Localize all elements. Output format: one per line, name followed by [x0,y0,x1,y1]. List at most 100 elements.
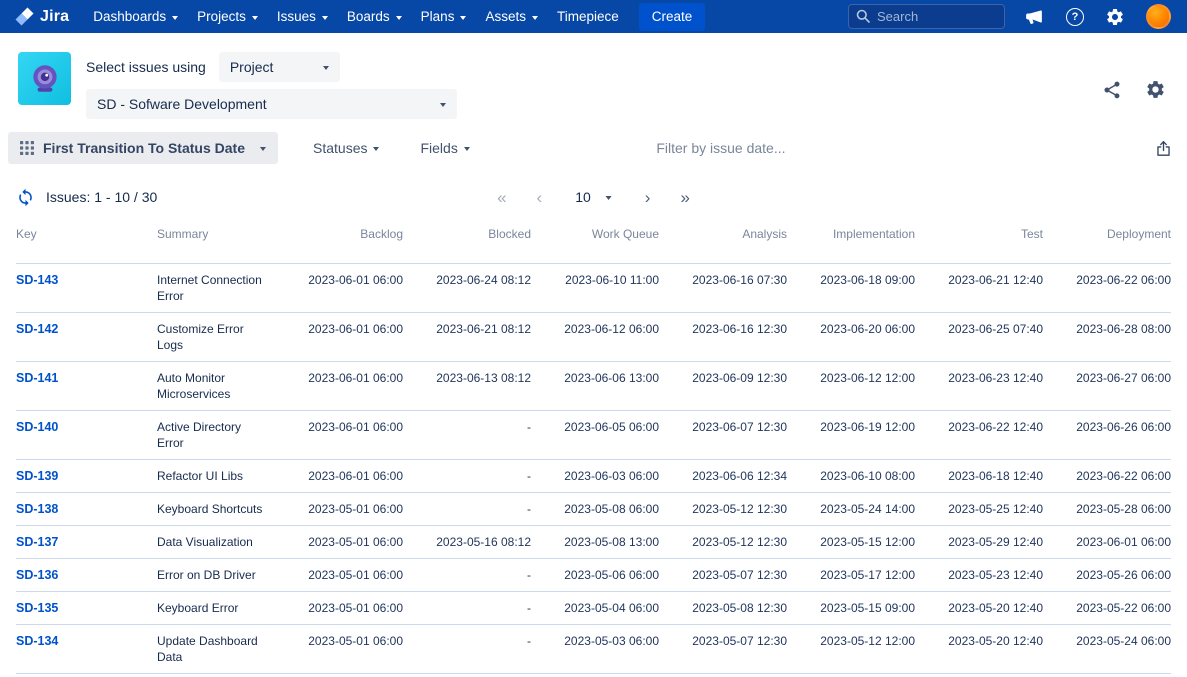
share-icon [1102,80,1122,100]
date-cell: 2023-06-26 06:00 [1076,420,1171,434]
nav-item-label: Issues [276,9,316,24]
nav-item-projects[interactable]: Projects [197,9,258,24]
project-dropdown[interactable]: SD - Sofware Development [86,89,457,119]
issue-summary: Active Directory Error [157,420,242,450]
export-button[interactable] [1154,139,1173,158]
issue-key-link[interactable]: SD-141 [16,362,157,394]
user-avatar[interactable] [1146,4,1171,29]
date-cell: 2023-05-15 09:00 [820,601,915,615]
date-cell: 2023-06-01 06:00 [308,469,403,483]
table-row: SD-139 Refactor UI Libs 2023-06-01 06:00 - 2… [16,460,1171,493]
jira-home-link[interactable]: Jira [14,6,69,27]
date-cell: 2023-06-01 06:00 [308,322,403,336]
issue-summary: Data Visualization [157,535,253,549]
help-button[interactable]: ? [1066,7,1084,26]
issue-summary: Customize Error Logs [157,322,244,352]
nav-item-issues[interactable]: Issues [277,9,328,24]
chevron-down-icon [251,15,258,20]
date-cell: 2023-06-21 12:40 [948,273,1043,287]
nav-item-plans[interactable]: Plans [421,9,467,24]
date-cell: 2023-05-07 12:30 [692,634,787,648]
filter-toolbar: First Transition To Status Date Statuses… [0,132,1187,164]
date-cell: 2023-05-01 06:00 [308,634,403,648]
first-page-button[interactable]: « [494,189,509,206]
issue-key-link[interactable]: SD-143 [16,264,157,296]
search-input[interactable] [848,4,1005,29]
date-cell: 2023-06-05 06:00 [564,420,659,434]
fields-dropdown[interactable]: Fields [414,139,475,157]
brand-title: Jira [40,7,70,25]
table-row: SD-134 Update Dashboard Data 2023-05-01 06… [16,625,1171,674]
issue-key-link[interactable]: SD-139 [16,460,157,492]
date-cell: 2023-05-26 06:00 [1076,568,1171,582]
settings-button[interactable] [1105,7,1125,27]
issues-count-label: Issues: 1 - 10 / 30 [46,189,158,205]
date-cell: 2023-06-06 12:34 [692,469,787,483]
date-cell: 2023-06-03 06:00 [564,469,659,483]
issue-key-link[interactable]: SD-140 [16,411,157,443]
issue-summary: Keyboard Error [157,601,239,615]
date-cell: 2023-06-01 06:00 [308,371,403,385]
date-cell: - [527,568,531,582]
issue-key-link[interactable]: SD-134 [16,625,157,657]
announcements-button[interactable] [1024,6,1045,27]
nav-item-assets[interactable]: Assets [485,9,538,24]
date-cell: 2023-06-27 06:00 [1076,371,1171,385]
chevron-down-icon [321,15,328,20]
chevron-down-icon [172,15,179,20]
transition-date-label: First Transition To Status Date [43,140,245,156]
date-cell: 2023-06-07 12:30 [692,420,787,434]
issue-key-link[interactable]: SD-142 [16,313,157,345]
date-cell: 2023-05-24 14:00 [820,502,915,516]
date-cell: 2023-05-12 12:30 [692,502,787,516]
statuses-dropdown[interactable]: Statuses [307,139,385,157]
date-cell: - [527,502,531,516]
issue-key-link[interactable]: SD-135 [16,592,157,624]
date-cell: 2023-05-01 06:00 [308,568,403,582]
last-page-button[interactable]: » [677,189,692,206]
date-cell: 2023-06-06 13:00 [564,371,659,385]
issue-summary: Auto Monitor Microservices [157,371,231,401]
table-row: SD-143 Internet Connection Error 2023-06-0… [16,264,1171,313]
select-mode-dropdown[interactable]: Project [218,52,340,82]
date-cell: 2023-05-16 08:12 [436,535,531,549]
date-cell: 2023-06-10 08:00 [820,469,915,483]
nav-item-timepiece[interactable]: Timepiece [557,9,619,24]
nav-item-dashboards[interactable]: Dashboards [93,9,179,24]
issues-table: Key Summary Backlog Blocked Work Queue Analys… [16,227,1171,674]
date-cell: 2023-05-04 06:00 [564,601,659,615]
nav-item-label: Timepiece [556,9,619,24]
gadget-settings-button[interactable] [1145,79,1166,100]
chevron-down-icon [463,147,470,151]
issue-key-link[interactable]: SD-136 [16,559,157,591]
issue-key-link[interactable]: SD-137 [16,526,157,558]
date-cell: 2023-06-23 12:40 [948,371,1043,385]
next-page-button[interactable]: › [642,189,654,206]
page-size-dropdown[interactable]: 10 [569,188,618,206]
select-issues-label: Select issues using [86,59,206,75]
prev-page-button[interactable]: ‹ [534,189,546,206]
date-cell: 2023-06-20 06:00 [820,322,915,336]
megaphone-icon [1024,6,1045,27]
transition-date-dropdown[interactable]: First Transition To Status Date [8,132,278,164]
date-cell: 2023-05-08 13:00 [564,535,659,549]
create-button[interactable]: Create [638,2,706,31]
date-cell: 2023-06-12 12:00 [820,371,915,385]
issue-date-filter-input[interactable] [495,139,1154,157]
issue-summary: Update Dashboard Data [157,634,258,664]
chevron-down-icon [440,103,446,107]
date-cell: 2023-06-24 08:12 [436,273,531,287]
chevron-down-icon [260,147,266,151]
gear-icon [1145,79,1166,100]
share-button[interactable] [1102,79,1122,100]
nav-item-boards[interactable]: Boards [347,9,402,24]
issue-key-link[interactable]: SD-138 [16,493,157,525]
date-cell: 2023-05-08 12:30 [692,601,787,615]
export-icon [1154,139,1173,158]
refresh-icon [16,188,35,207]
date-cell: 2023-06-01 06:00 [308,273,403,287]
refresh-button[interactable] [16,188,35,207]
chevron-down-icon [605,196,612,200]
jira-logo-icon [14,6,35,27]
date-cell: 2023-06-16 07:30 [692,273,787,287]
